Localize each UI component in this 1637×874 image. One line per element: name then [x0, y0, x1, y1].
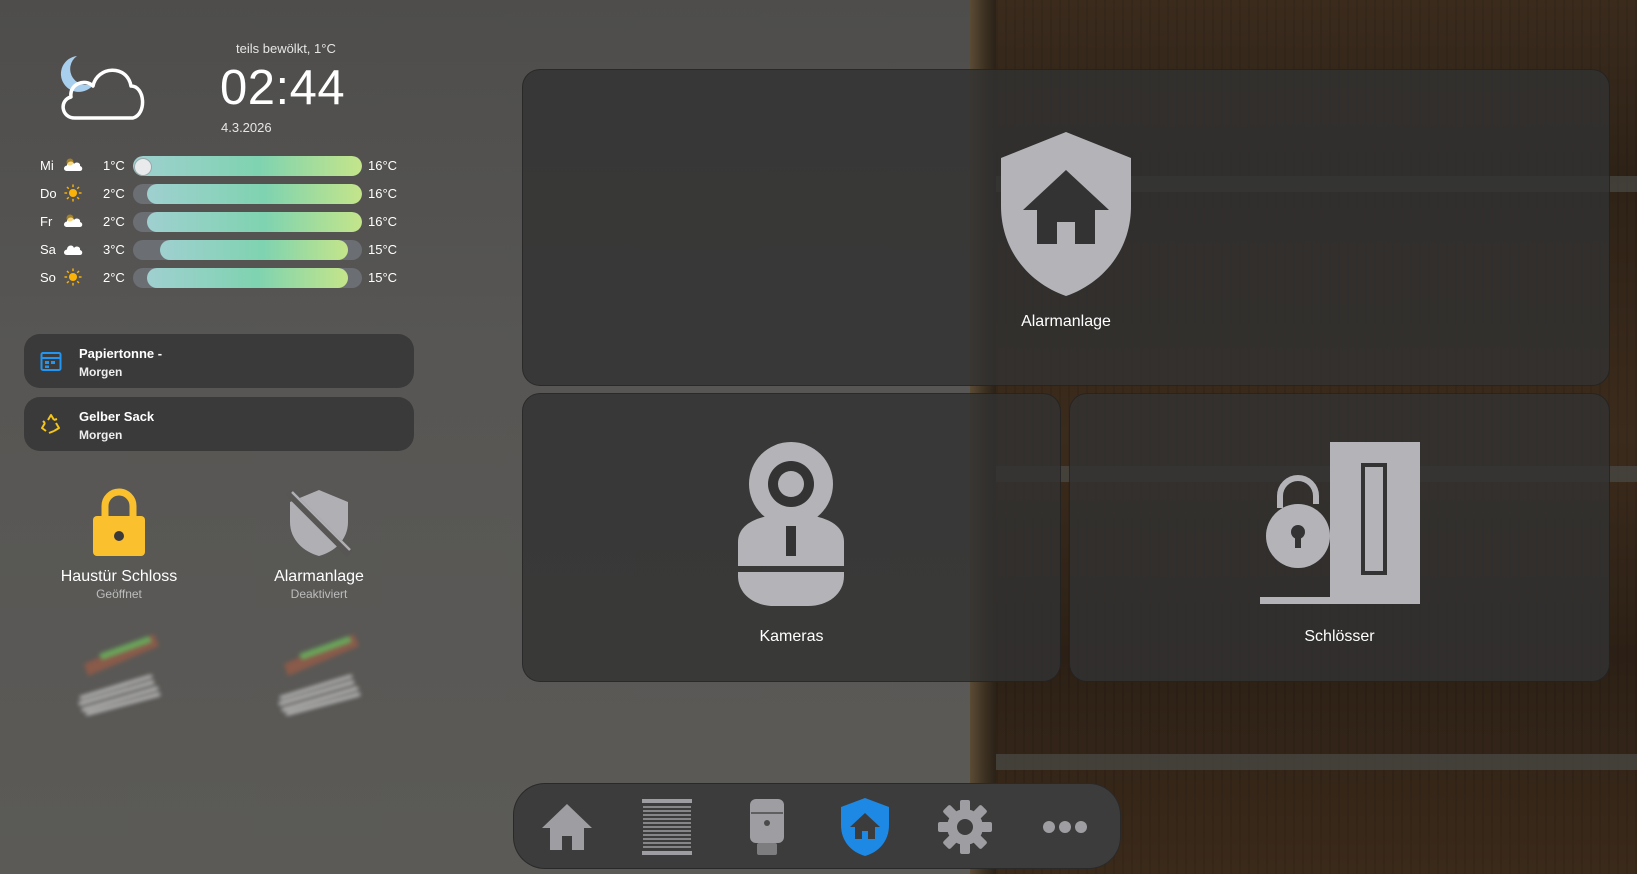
- camera-thumbnail-image: [278, 634, 361, 716]
- status-name: Haustür Schloss: [60, 568, 178, 585]
- forecast-high: 16°C: [368, 186, 398, 201]
- shield-home-icon: [1001, 132, 1131, 296]
- forecast-range-bar: [133, 184, 362, 204]
- tile-label: Kameras: [759, 628, 824, 645]
- home-icon: [542, 804, 592, 850]
- recycle-icon: [41, 414, 60, 434]
- status-alarm[interactable]: Alarmanlage Deaktiviert: [234, 488, 404, 601]
- forecast-day: So: [40, 270, 56, 285]
- forecast-range-bar: [133, 156, 362, 176]
- status-state: Deaktiviert: [290, 587, 348, 601]
- tile-alarm[interactable]: Alarmanlage: [522, 69, 1610, 386]
- tile-label: Schlösser: [1304, 628, 1375, 645]
- forecast-low: 1°C: [103, 158, 125, 173]
- more-icon: [1043, 821, 1087, 833]
- forecast-day: Sa: [40, 242, 56, 257]
- weather-card[interactable]: teils bewölkt, 1°C 02:44 4.3.2026 Mi 1°C…: [0, 0, 420, 300]
- cloud-icon: [64, 158, 83, 171]
- forecast-range-fill: [160, 240, 349, 260]
- trash-subtitle: Morgen: [79, 428, 123, 442]
- forecast-row: Sa 3°C 15°C: [0, 238, 420, 260]
- forecast-row: Mi 1°C 16°C: [0, 154, 420, 176]
- shield-off-icon: [286, 489, 352, 557]
- trash-card-paper[interactable]: Papiertonne - Morgen: [24, 334, 414, 388]
- weather-condition: teils bewölkt, 1°C: [236, 41, 336, 56]
- clock-date: 4.3.2026: [221, 120, 272, 135]
- forecast-low: 3°C: [103, 242, 125, 257]
- gear-icon: [938, 800, 992, 854]
- sun-icon: [64, 268, 82, 286]
- cloud-icon: [64, 214, 83, 227]
- forecast-day: Do: [40, 186, 57, 201]
- trash-card-yellow-bag[interactable]: Gelber Sack Morgen: [24, 397, 414, 451]
- blinds-icon: [642, 799, 692, 855]
- forecast-range-bar: [133, 240, 362, 260]
- thermostat-icon: [750, 799, 784, 855]
- trash-title: Papiertonne -: [79, 346, 163, 361]
- forecast-low: 2°C: [103, 186, 125, 201]
- webcam-icon: [738, 442, 844, 606]
- forecast-high: 16°C: [368, 214, 398, 229]
- door-lock-icon: [1260, 442, 1420, 604]
- nav-blinds-button[interactable]: [636, 796, 698, 858]
- status-state: Geöffnet: [96, 587, 142, 601]
- bottom-nav: [513, 783, 1121, 869]
- tile-locks[interactable]: Schlösser: [1069, 393, 1610, 682]
- forecast-range-fill: [146, 268, 349, 288]
- forecast-range-fill: [146, 212, 362, 232]
- clock-time: 02:44: [220, 61, 346, 115]
- nav-settings-button[interactable]: [934, 796, 996, 858]
- forecast-range-fill: [133, 156, 362, 176]
- forecast-row: Fr 2°C 16°C: [0, 210, 420, 232]
- current-temp-indicator: [134, 158, 152, 176]
- nav-thermostat-button[interactable]: [736, 796, 798, 858]
- forecast-day: Fr: [40, 214, 53, 229]
- forecast-high: 15°C: [368, 270, 398, 285]
- calendar-icon: [40, 352, 62, 371]
- nav-security-button[interactable]: [834, 796, 896, 858]
- forecast-high: 16°C: [368, 158, 398, 173]
- tile-label: Alarmanlage: [1021, 313, 1111, 330]
- partly-cloudy-night-icon: [60, 56, 145, 120]
- forecast-row: Do 2°C 16°C: [0, 182, 420, 204]
- forecast-high: 15°C: [368, 242, 398, 257]
- forecast-low: 2°C: [103, 214, 125, 229]
- camera-thumbnail-image: [78, 634, 161, 716]
- trash-subtitle: Morgen: [79, 365, 123, 379]
- sun-icon: [64, 184, 82, 202]
- lock-open-icon: [93, 488, 145, 556]
- forecast-low: 2°C: [103, 270, 125, 285]
- status-door-lock[interactable]: Haustür Schloss Geöffnet: [34, 488, 204, 601]
- nav-home-button[interactable]: [536, 796, 598, 858]
- tile-cameras[interactable]: Kameras: [522, 393, 1061, 682]
- forecast-range-bar: [133, 212, 362, 232]
- shield-home-icon: [841, 798, 889, 856]
- trash-title: Gelber Sack: [79, 409, 155, 424]
- forecast-row: So 2°C 15°C: [0, 266, 420, 288]
- forecast-range-fill: [146, 184, 362, 204]
- nav-more-button[interactable]: [1034, 796, 1096, 858]
- status-name: Alarmanlage: [274, 568, 364, 585]
- forecast-day: Mi: [40, 158, 54, 173]
- background-shelf: [996, 754, 1637, 770]
- cloud-icon: [64, 245, 83, 255]
- forecast-range-bar: [133, 268, 362, 288]
